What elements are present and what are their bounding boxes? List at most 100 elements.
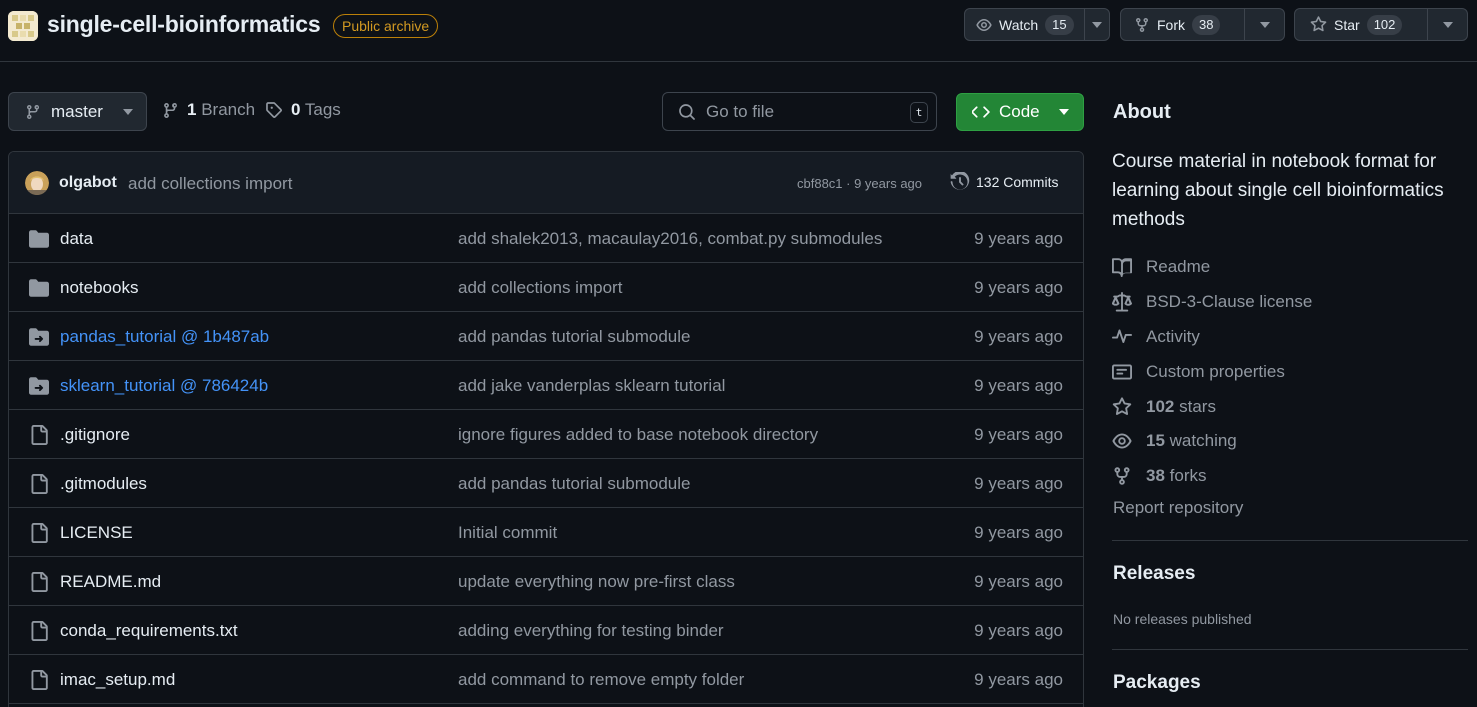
keyboard-shortcut-hint: t [910,102,928,123]
releases-heading-link[interactable]: Releases [1113,563,1195,585]
file-name-link[interactable]: LICENSE [60,523,133,543]
readme-link[interactable]: Readme [1112,250,1472,285]
about-links: Readme BSD-3-Clause license Activity Cus… [1112,250,1472,494]
file-row[interactable]: pandas_tutorial @ 1b487ab add pandas tuto… [9,312,1083,361]
packages-heading-link[interactable]: Packages [1113,672,1201,694]
file-name-link[interactable]: README.md [60,572,161,592]
file-row[interactable]: .gitignore ignore figures added to base n… [9,410,1083,459]
tags-link[interactable]: 0 Tags [265,100,341,120]
triangle-down-icon [1442,21,1453,28]
file-commit-message-link[interactable]: Initial commit [458,523,557,543]
watch-button[interactable]: Watch 15 [964,8,1110,41]
file-row[interactable]: data add shalek2013, macaulay2016, combat… [9,214,1083,263]
repo-name-link[interactable]: single-cell-bioinformatics [47,11,321,38]
fork-dropdown[interactable] [1244,9,1284,40]
code-icon [972,103,990,121]
license-link[interactable]: BSD-3-Clause license [1112,285,1472,320]
forks-link[interactable]: 38 forks [1112,459,1472,494]
file-commit-age: 9 years ago [974,572,1063,591]
commit-hash-age[interactable]: cbf88c1 · 9 years ago [797,176,922,191]
repo-owner-avatar[interactable] [8,11,38,41]
file-commit-message-link[interactable]: add shalek2013, macaulay2016, combat.py … [458,229,882,249]
forks-count: 38 [1146,466,1165,486]
star-count: 102 [1366,14,1403,35]
go-to-file-placeholder: Go to file [706,101,775,121]
repo-header: single-cell-bioinformatics Public archiv… [0,0,1477,62]
note-icon [1112,362,1132,382]
file-commit-age: 9 years ago [974,327,1063,346]
branches-link[interactable]: 1 Branch [162,100,255,120]
go-to-file-input[interactable]: Go to file t [662,92,937,131]
file-name-link[interactable]: sklearn_tutorial @ 786424b [60,376,268,396]
repo-forked-icon [1134,17,1150,33]
file-commit-age: 9 years ago [974,229,1063,248]
file-commit-message-link[interactable]: add pandas tutorial submodule [458,327,691,347]
activity-link[interactable]: Activity [1112,320,1472,355]
eye-icon [1112,431,1132,451]
file-commit-message-link[interactable]: ignore figures added to base notebook di… [458,425,818,445]
file-commit-age: 9 years ago [974,670,1063,689]
commit-message-link[interactable]: add collections import [128,174,292,194]
author-avatar[interactable] [25,171,49,195]
file-name-link[interactable]: data [60,229,93,249]
file-icon [29,670,49,690]
tag-icon [265,101,283,119]
code-button[interactable]: Code [956,93,1084,131]
custom-properties-label: Custom properties [1146,361,1285,381]
fork-button[interactable]: Fork 38 [1120,8,1285,41]
file-commit-age: 9 years ago [974,474,1063,493]
stars-link[interactable]: 102 stars [1112,389,1472,424]
current-branch-label: master [51,101,103,121]
book-icon [1112,257,1132,278]
sidebar-divider [1112,540,1468,541]
file-row[interactable]: sklearn_tutorial @ 786424b add jake vande… [9,361,1083,410]
file-name-link[interactable]: imac_setup.md [60,670,175,690]
report-repository-link[interactable]: Report repository [1113,498,1243,518]
branch-selector-button[interactable]: master [8,92,147,131]
history-icon [950,172,970,192]
star-button[interactable]: Star 102 [1294,8,1468,41]
file-commit-message-link[interactable]: update everything now pre-first class [458,572,735,592]
file-name-link[interactable]: pandas_tutorial @ 1b487ab [60,327,269,347]
branches-count: 1 [187,100,197,119]
commits-count-label: 132 Commits [976,174,1059,190]
file-commit-message-link[interactable]: add command to remove empty folder [458,670,744,690]
file-commit-age: 9 years ago [974,278,1063,297]
file-commit-message-link[interactable]: adding everything for testing binder [458,621,724,641]
file-row[interactable]: .gitmodules add pandas tutorial submodule… [9,459,1083,508]
file-commit-message-link[interactable]: add pandas tutorial submodule [458,474,691,494]
star-label: Star [1334,16,1360,33]
sidebar-divider [1112,649,1468,650]
watch-dropdown[interactable] [1083,9,1109,40]
file-name-link[interactable]: notebooks [60,278,138,298]
file-commit-age: 9 years ago [974,425,1063,444]
tags-count: 0 [291,100,301,119]
commit-author-link[interactable]: olgabot [59,174,117,192]
file-row[interactable]: LICENSE Initial commit 9 years ago [9,508,1083,557]
file-name-link[interactable]: conda_requirements.txt [60,621,238,641]
file-icon [29,523,49,543]
star-icon [1112,396,1132,417]
watch-count: 15 [1045,14,1074,35]
file-name-link[interactable]: .gitmodules [60,474,147,494]
file-commit-age: 9 years ago [974,621,1063,640]
file-name-link[interactable]: .gitignore [60,425,130,445]
submodule-folder-icon [29,327,49,347]
custom-properties-link[interactable]: Custom properties [1112,354,1472,389]
file-commit-message-link[interactable]: add jake vanderplas sklearn tutorial [458,376,725,396]
file-row[interactable]: imac_setup.md add command to remove empty… [9,655,1083,704]
fork-label: Fork [1157,16,1185,33]
public-archive-badge: Public archive [333,14,439,38]
watching-label: watching [1169,431,1237,451]
commits-history-link[interactable]: 132 Commits [950,172,1058,192]
file-row[interactable]: README.md update everything now pre-first… [9,557,1083,606]
file-commit-message-link[interactable]: add collections import [458,278,622,298]
eye-icon [976,17,992,33]
submodule-folder-icon [29,376,49,396]
file-row[interactable]: notebooks add collections import 9 years a… [9,263,1083,312]
file-icon [29,425,49,445]
star-icon [1310,16,1327,33]
watching-link[interactable]: 15 watching [1112,424,1472,459]
file-row[interactable]: conda_requirements.txt adding everything … [9,606,1083,655]
star-dropdown[interactable] [1427,9,1467,40]
